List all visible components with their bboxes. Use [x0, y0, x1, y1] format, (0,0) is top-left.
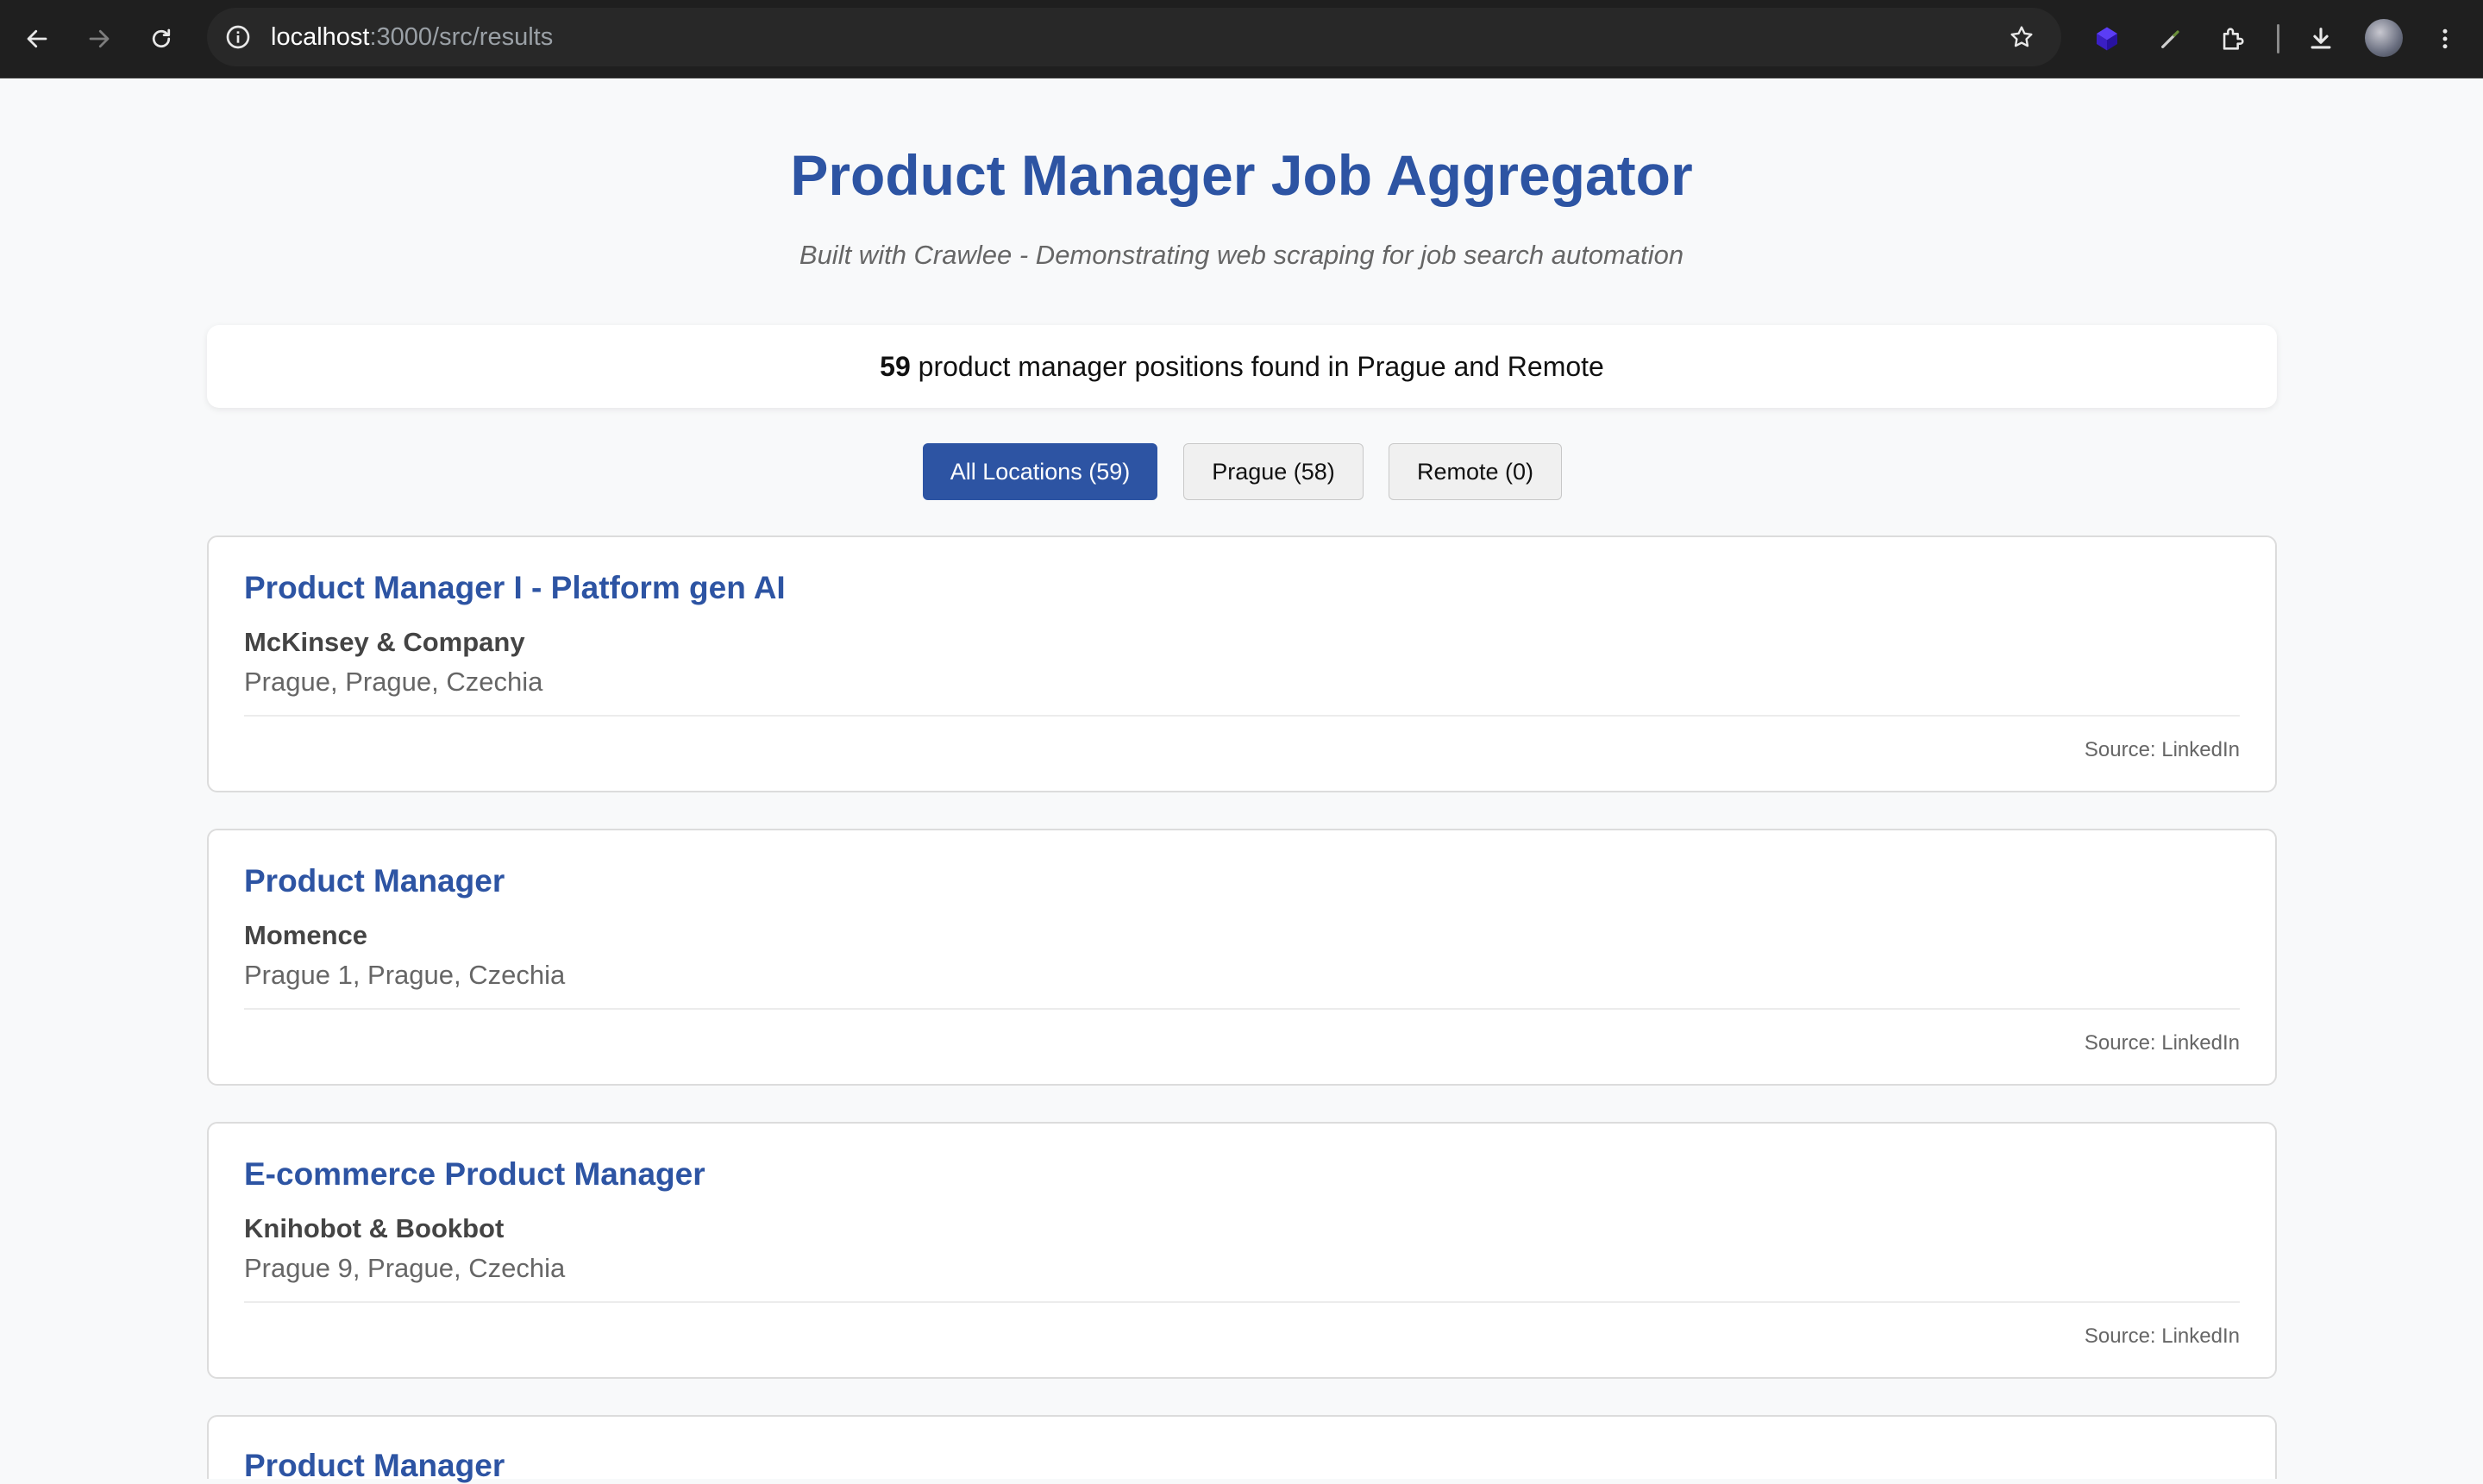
results-summary: 59 product manager positions found in Pr… — [207, 325, 2277, 408]
job-card: Product Manager — [207, 1415, 2277, 1483]
location-filters: All Locations (59) Prague (58) Remote (0… — [0, 443, 2483, 502]
page-title: Product Manager Job Aggregator — [790, 143, 1693, 207]
job-location: Prague, Prague, Czechia — [244, 667, 543, 697]
bookmark-star-icon[interactable] — [2004, 20, 2039, 54]
job-location: Prague 9, Prague, Czechia — [244, 1253, 566, 1283]
filter-all-locations-button[interactable]: All Locations (59) — [923, 443, 1157, 500]
page-subtitle: Built with Crawlee - Demonstrating web s… — [799, 240, 1684, 270]
profile-avatar[interactable] — [2365, 19, 2403, 57]
site-info-icon[interactable] — [221, 20, 255, 54]
extension-pen-icon[interactable] — [2151, 19, 2191, 59]
job-card: Product Manager I - Platform gen AI McKi… — [207, 535, 2277, 792]
job-divider — [244, 715, 2240, 717]
job-source: Source: LinkedIn — [2084, 1324, 2240, 1348]
job-title-link[interactable]: E-commerce Product Manager — [244, 1156, 705, 1193]
url-path: :3000/src/results — [369, 23, 554, 51]
reload-icon[interactable] — [141, 19, 181, 59]
forward-icon[interactable] — [79, 19, 119, 59]
results-count: 59 — [880, 351, 911, 382]
url-host: localhost — [271, 23, 370, 51]
extension-cube-icon[interactable] — [2087, 19, 2127, 59]
back-icon[interactable] — [17, 19, 57, 59]
job-source: Source: LinkedIn — [2084, 738, 2240, 761]
job-card: Product Manager Momence Prague 1, Prague… — [207, 829, 2277, 1086]
url-text[interactable]: localhost:3000/src/results — [271, 8, 553, 66]
job-divider — [244, 1008, 2240, 1010]
extensions-puzzle-icon[interactable] — [2213, 19, 2253, 59]
job-source: Source: LinkedIn — [2084, 1031, 2240, 1055]
job-title-link[interactable]: Product Manager — [244, 863, 505, 899]
job-card: E-commerce Product Manager Knihobot & Bo… — [207, 1122, 2277, 1379]
results-summary-text: product manager positions found in Pragu… — [910, 351, 1604, 382]
job-company: Knihobot & Bookbot — [244, 1213, 505, 1243]
download-icon[interactable] — [2301, 19, 2341, 59]
filter-remote-button[interactable]: Remote (0) — [1389, 443, 1562, 500]
job-divider — [244, 1301, 2240, 1303]
job-company: Momence — [244, 920, 367, 950]
filter-prague-button[interactable]: Prague (58) — [1183, 443, 1364, 500]
menu-kebab-icon[interactable] — [2425, 19, 2465, 59]
job-title-link[interactable]: Product Manager I - Platform gen AI — [244, 570, 786, 606]
browser-toolbar: localhost:3000/src/results — [0, 0, 2483, 78]
job-company: McKinsey & Company — [244, 627, 525, 657]
job-location: Prague 1, Prague, Czechia — [244, 960, 566, 990]
toolbar-separator — [2277, 24, 2279, 53]
address-bar[interactable]: localhost:3000/src/results — [207, 8, 2061, 66]
